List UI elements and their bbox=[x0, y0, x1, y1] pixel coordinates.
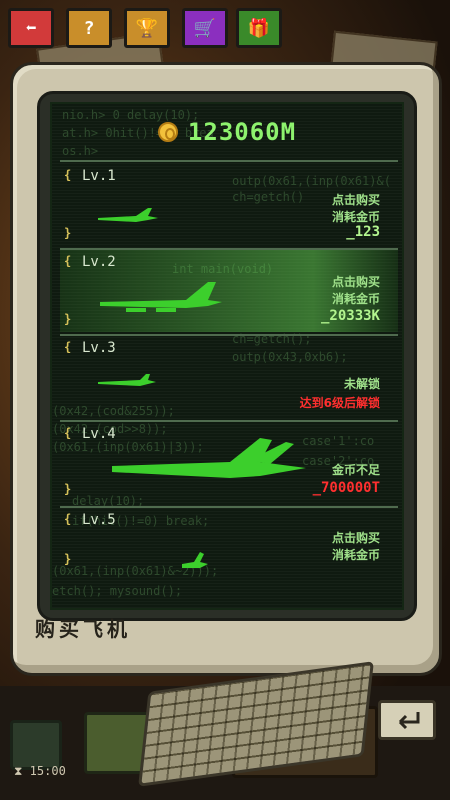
cost-value: _700000T bbox=[312, 480, 380, 496]
buy-prompt: 点击购买 bbox=[331, 531, 380, 545]
brace-open: { bbox=[64, 168, 72, 182]
dim-side-button[interactable] bbox=[10, 720, 62, 770]
brace-close: } bbox=[64, 482, 72, 496]
brace-open: { bbox=[64, 512, 72, 526]
plane-lv5-icon bbox=[182, 552, 208, 568]
coin-amount: 123060M bbox=[187, 118, 297, 146]
gift-icon: 🎁 bbox=[247, 17, 271, 39]
buy-prompt: 点击购买 bbox=[331, 275, 380, 289]
plane-item-lv5[interactable]: { Lv.5 } 点击购买 消耗金币 bbox=[60, 508, 398, 608]
timer-value: 15:00 bbox=[29, 764, 66, 778]
plane-level-label: Lv.3 bbox=[82, 340, 116, 356]
unlock-requirement: 达到6级后解锁 bbox=[299, 396, 380, 410]
buy-prompt: 点击购买 bbox=[331, 193, 380, 207]
gift-button[interactable]: 🎁 bbox=[236, 8, 282, 48]
plane-item-lv4[interactable]: { Lv.4 } 金币不足 _700000T bbox=[60, 422, 398, 504]
cost-value: _20333K bbox=[320, 308, 380, 324]
brace-close: } bbox=[64, 226, 72, 240]
shop-button[interactable]: 🛒 bbox=[182, 8, 228, 48]
cost-label: 消耗金币 bbox=[331, 292, 380, 306]
timer: ⧗ 15:00 bbox=[14, 764, 66, 779]
hourglass-icon: ⧗ bbox=[14, 764, 23, 778]
panel-title: 购买飞机 bbox=[35, 617, 131, 641]
back-arrow-icon: ⬅ bbox=[25, 17, 37, 39]
plane-level-label: Lv.2 bbox=[82, 254, 116, 270]
brace-close: } bbox=[64, 312, 72, 326]
brace-open: { bbox=[64, 426, 72, 440]
coin-icon bbox=[157, 122, 178, 142]
return-button[interactable] bbox=[378, 700, 436, 740]
plane-lv4-icon bbox=[112, 438, 306, 478]
screen-bezel: nio.h> 0 delay(10); at.h> 0hit()!=0) bre… bbox=[37, 91, 417, 621]
achievements-button[interactable]: 🏆 bbox=[124, 8, 170, 48]
plane-lv1-icon bbox=[98, 208, 158, 222]
plane-item-lv2[interactable]: { Lv.2 } 点击购买 消耗金币 _20333K bbox=[60, 250, 398, 332]
brace-open: { bbox=[64, 254, 72, 268]
divider bbox=[60, 160, 398, 162]
top-toolbar: ⬅ ? 🏆 🛒 🎁 bbox=[0, 0, 450, 54]
back-button[interactable]: ⬅ bbox=[8, 8, 54, 48]
insufficient-coins-label: 金币不足 bbox=[331, 463, 380, 477]
question-icon: ? bbox=[83, 17, 95, 39]
cost-label: 消耗金币 bbox=[331, 210, 380, 224]
locked-label: 未解锁 bbox=[343, 377, 380, 391]
cost-value: _123 bbox=[346, 224, 380, 240]
cost-label: 消耗金币 bbox=[331, 548, 380, 562]
return-arrow-icon bbox=[398, 712, 420, 730]
cart-icon: 🛒 bbox=[193, 17, 217, 39]
plane-lv3-icon bbox=[98, 374, 156, 386]
help-button[interactable]: ? bbox=[66, 8, 112, 48]
trophy-icon: 🏆 bbox=[135, 17, 159, 39]
plane-level-label: Lv.5 bbox=[82, 512, 116, 528]
plane-item-lv3[interactable]: { Lv.3 未解锁 达到6级后解锁 bbox=[60, 336, 398, 418]
plane-item-lv1[interactable]: { Lv.1 } 点击购买 消耗金币 _123 bbox=[60, 164, 398, 246]
plane-shop-screen: nio.h> 0 delay(10); at.h> 0hit()!=0) bre… bbox=[50, 102, 404, 610]
brace-close: } bbox=[64, 552, 72, 566]
plane-level-label: Lv.1 bbox=[82, 168, 116, 184]
computer-monitor: nio.h> 0 delay(10); at.h> 0hit()!=0) bre… bbox=[10, 62, 442, 676]
plane-lv2-icon bbox=[100, 282, 222, 312]
coin-balance: 123060M bbox=[52, 112, 402, 152]
brace-open: { bbox=[64, 340, 72, 354]
